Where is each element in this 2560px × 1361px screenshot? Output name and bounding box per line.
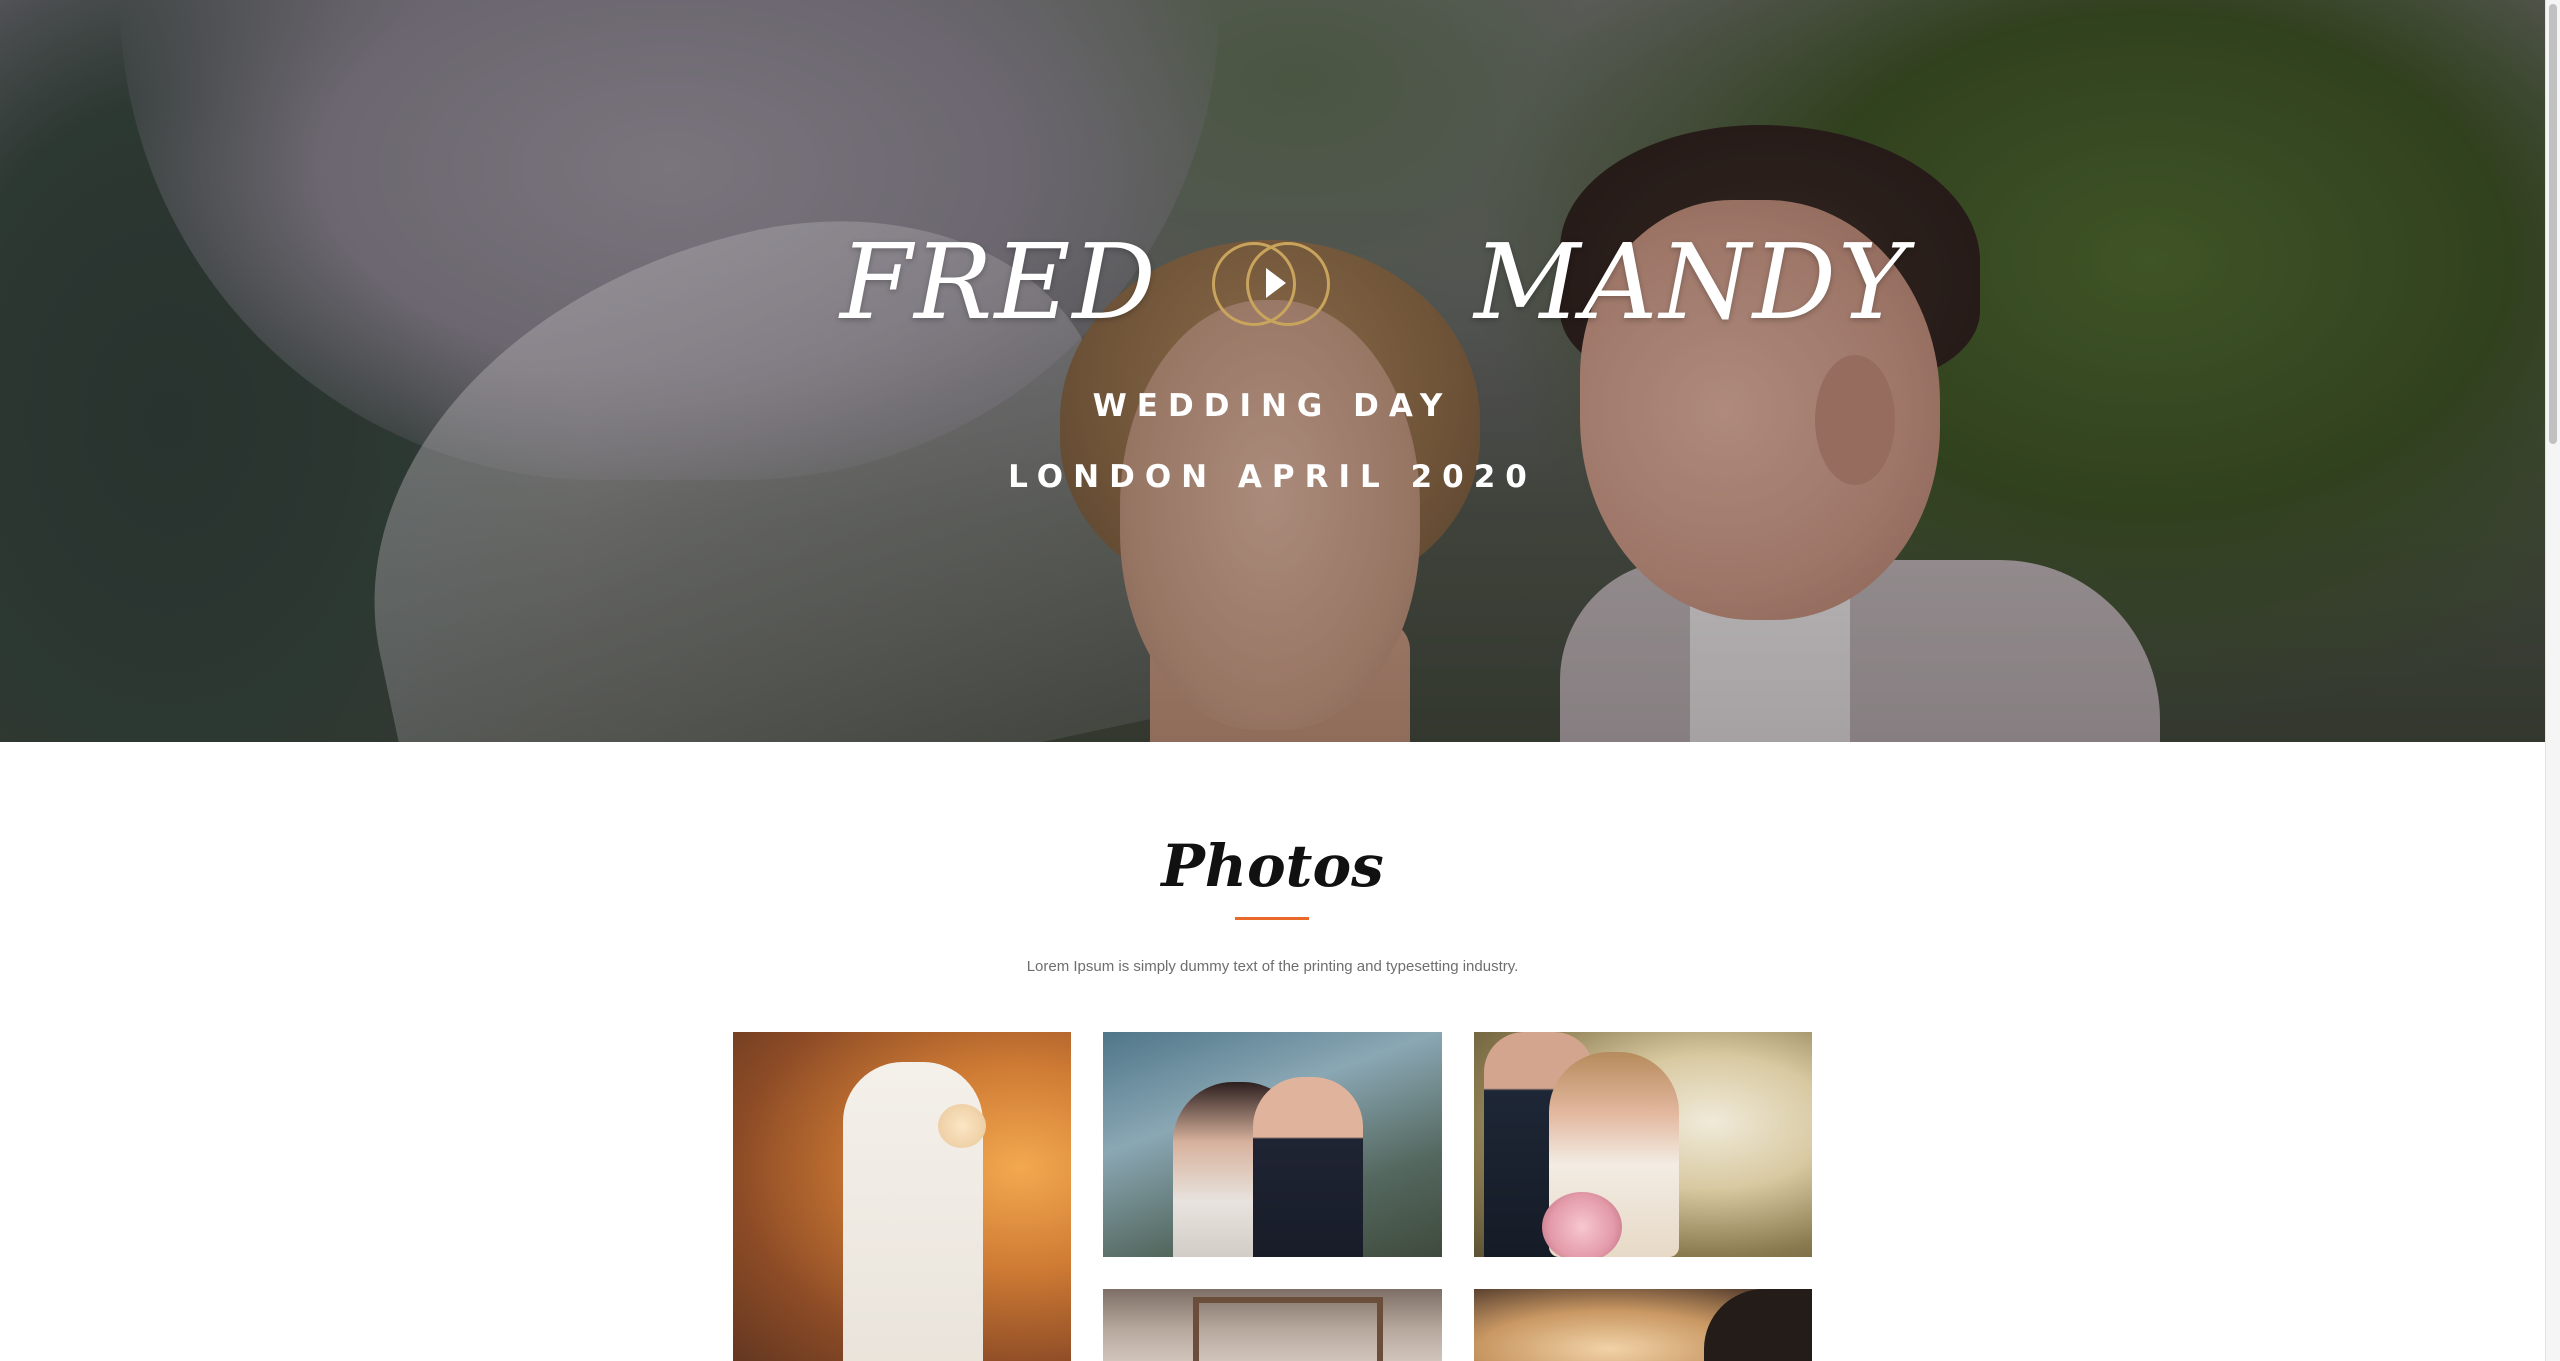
page-scrollbar[interactable] xyxy=(2545,0,2560,1361)
gallery-photo-bride-portrait[interactable] xyxy=(733,1032,1071,1361)
title-underline xyxy=(1235,917,1309,920)
ring-icon xyxy=(1246,242,1330,326)
hero-subtitle-event: WEDDING DAY xyxy=(1092,388,1453,424)
hero-subtitle-location-date: LONDON APRIL 2020 xyxy=(1008,459,1537,495)
play-video-button[interactable] xyxy=(1210,240,1334,328)
photos-title: Photos xyxy=(1161,832,1384,900)
gallery-photo-couple-in-forest[interactable] xyxy=(1474,1032,1812,1257)
gallery-photo-wedding-arch[interactable] xyxy=(1103,1289,1442,1361)
groom-name: FRED xyxy=(840,221,1158,343)
hero-overlay xyxy=(0,0,2545,742)
gallery-photo-couple-by-river[interactable] xyxy=(1103,1032,1442,1257)
photo-groom xyxy=(1253,1077,1363,1257)
photo-silhouette xyxy=(1704,1289,1812,1361)
photo-arch xyxy=(1193,1297,1383,1361)
photo-bouquet xyxy=(1542,1192,1622,1257)
scrollbar-thumb[interactable] xyxy=(2549,4,2557,444)
gallery-photo-bokeh[interactable] xyxy=(1474,1289,1812,1361)
hero-banner: FRED MANDY WEDDING DAY LONDON APRIL 2020 xyxy=(0,0,2545,742)
bride-name: MANDY xyxy=(1474,221,1909,343)
play-icon xyxy=(1266,268,1286,298)
photo-bouquet xyxy=(938,1104,986,1148)
photos-description: Lorem Ipsum is simply dummy text of the … xyxy=(1026,958,1519,975)
